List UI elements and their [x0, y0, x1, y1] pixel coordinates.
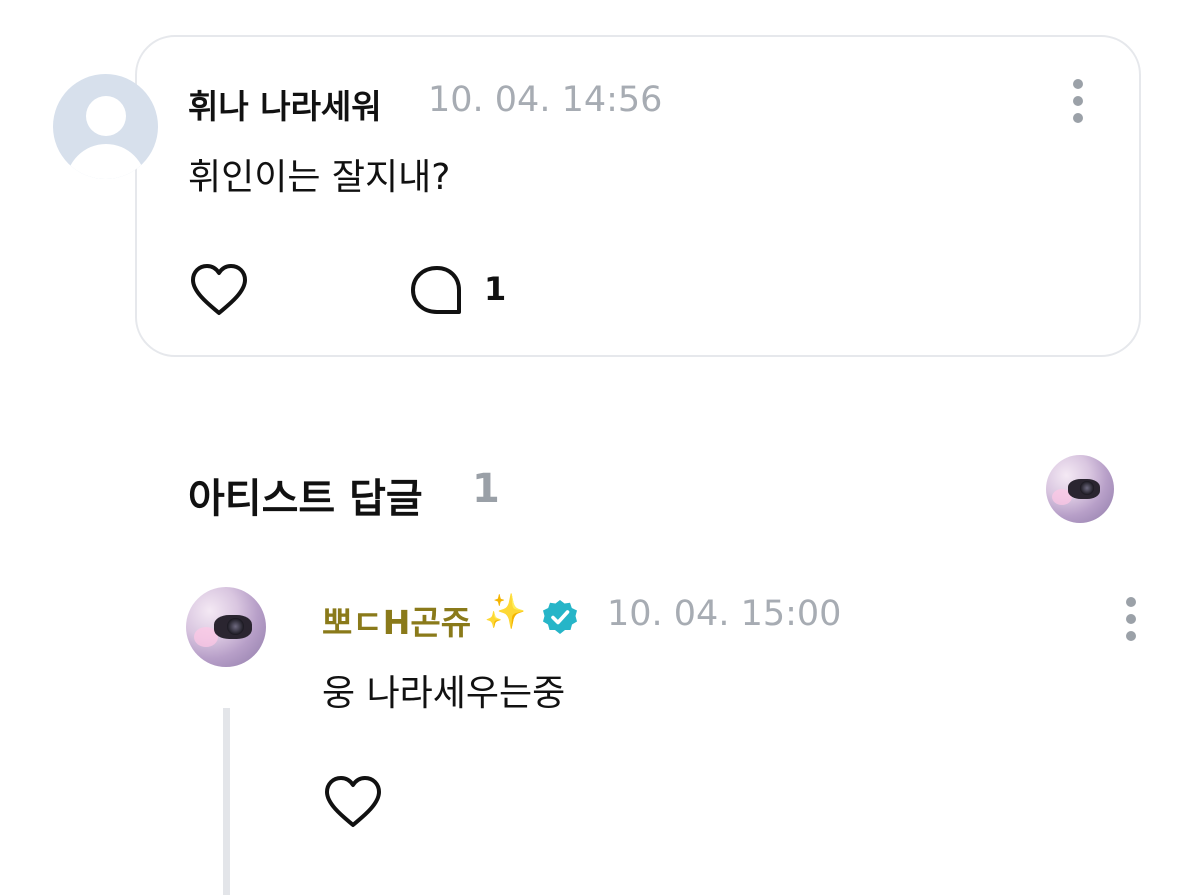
heart-icon[interactable] — [188, 262, 250, 318]
artist-avatar[interactable] — [186, 587, 266, 667]
comment-timestamp: 10. 04. 14:56 — [428, 80, 663, 120]
artist-replies-count: 1 — [472, 466, 500, 512]
reply-count: 1 — [484, 270, 507, 308]
comment-text: 휘인이는 잘지내? — [188, 157, 451, 198]
commenter-avatar[interactable] — [53, 74, 158, 179]
avatar-shoulders-shape — [66, 144, 146, 179]
avatar-head-shape — [86, 96, 126, 136]
commenter-name[interactable]: 휘나 나라세워 — [188, 80, 382, 128]
reply-text: 웅 나라세우는중 — [322, 673, 566, 714]
reply-timestamp: 10. 04. 15:00 — [607, 594, 842, 634]
artist-replies-heading: 아티스트 답글 — [188, 476, 423, 522]
comment-more-menu-icon[interactable] — [1071, 79, 1085, 123]
heart-icon[interactable] — [322, 774, 384, 830]
reply-bubble-icon[interactable] — [408, 264, 466, 318]
sparkles-emoji: ✨ — [484, 592, 527, 632]
artist-name[interactable]: 뽀ㄷH곤쥬 — [322, 596, 471, 644]
artist-avatar-small[interactable] — [1046, 455, 1114, 523]
reply-more-menu-icon[interactable] — [1124, 597, 1138, 641]
reply-thread-line — [223, 708, 230, 895]
verified-badge-icon — [541, 598, 579, 636]
